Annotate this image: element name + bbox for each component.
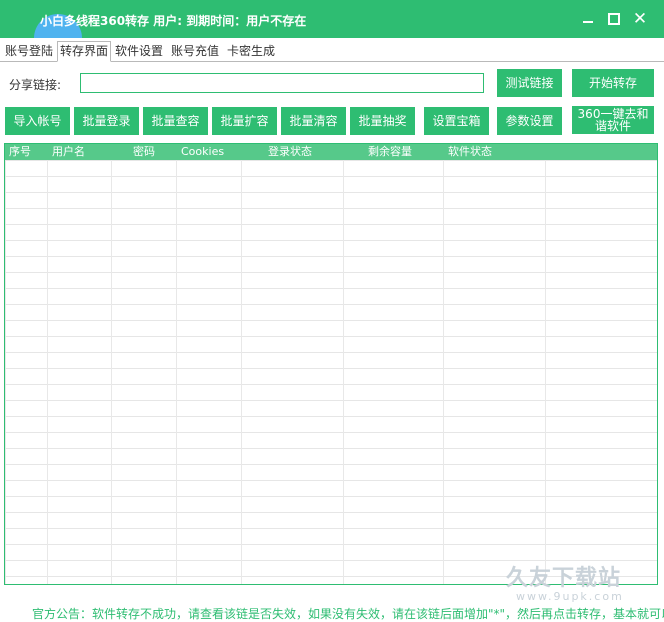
- test-link-button[interactable]: 测试链接: [497, 69, 562, 97]
- batch-clear-button[interactable]: 批量清容: [281, 107, 346, 135]
- tab-software-settings[interactable]: 软件设置: [114, 42, 164, 60]
- column-divider: [545, 144, 546, 584]
- column-header-cookies[interactable]: Cookies: [181, 144, 224, 160]
- parameter-settings-button[interactable]: 参数设置: [497, 107, 562, 135]
- tab-card-generate[interactable]: 卡密生成: [226, 42, 276, 60]
- tab-account-login[interactable]: 账号登陆: [4, 42, 54, 60]
- column-header-password[interactable]: 密码: [133, 144, 155, 160]
- column-divider: [176, 144, 177, 584]
- minimize-button[interactable]: [578, 9, 598, 29]
- close-button[interactable]: ✕: [630, 9, 650, 29]
- import-accounts-button[interactable]: 导入帐号: [5, 107, 70, 135]
- table-header: 序号 用户名 密码 Cookies 登录状态 剩余容量 软件状态: [5, 144, 657, 160]
- accounts-table[interactable]: 序号 用户名 密码 Cookies 登录状态 剩余容量 软件状态: [4, 143, 658, 585]
- column-divider: [47, 144, 48, 584]
- column-header-remaining-capacity[interactable]: 剩余容量: [368, 144, 412, 160]
- column-divider: [111, 144, 112, 584]
- minimize-icon: [583, 21, 593, 23]
- share-link-label: 分享链接:: [9, 78, 62, 92]
- tab-transfer[interactable]: 转存界面: [57, 41, 111, 62]
- window-title: 小白多线程360转存 用户: 到期时间：用户不存在: [40, 14, 307, 28]
- set-treasure-box-button[interactable]: 设置宝箱: [424, 107, 489, 135]
- tab-account-recharge[interactable]: 账号充值: [170, 42, 220, 60]
- maximize-icon: [608, 13, 620, 25]
- start-transfer-button[interactable]: 开始转存: [572, 69, 654, 97]
- batch-expand-button[interactable]: 批量扩容: [212, 107, 277, 135]
- maximize-button[interactable]: [604, 9, 624, 29]
- tab-bar: 账号登陆 转存界面 软件设置 账号充值 卡密生成: [0, 41, 664, 62]
- watermark-main-text: 久友下载站: [506, 566, 622, 591]
- batch-check-capacity-button[interactable]: 批量查容: [143, 107, 208, 135]
- title-bar: 小白多线程360转存 用户: 到期时间：用户不存在 ✕: [0, 0, 664, 38]
- announcement-text: 官方公告：软件转存不成功，请查看该链是否失效，如果没有失效，请在该链后面增加"*…: [32, 607, 664, 621]
- column-header-login-status[interactable]: 登录状态: [268, 144, 312, 160]
- column-divider: [443, 144, 444, 584]
- one-click-unharmonize-button[interactable]: 360一键去和谐软件: [572, 106, 654, 134]
- column-header-index[interactable]: 序号: [9, 144, 31, 160]
- column-header-software-status[interactable]: 软件状态: [448, 144, 492, 160]
- share-link-input[interactable]: [80, 73, 484, 93]
- batch-lottery-button[interactable]: 批量抽奖: [350, 107, 415, 135]
- watermark-url-text: www.9upk.com: [516, 590, 624, 603]
- column-divider: [241, 144, 242, 584]
- close-icon: ✕: [632, 9, 648, 29]
- column-divider: [343, 144, 344, 584]
- column-header-username[interactable]: 用户名: [52, 144, 85, 160]
- batch-login-button[interactable]: 批量登录: [74, 107, 139, 135]
